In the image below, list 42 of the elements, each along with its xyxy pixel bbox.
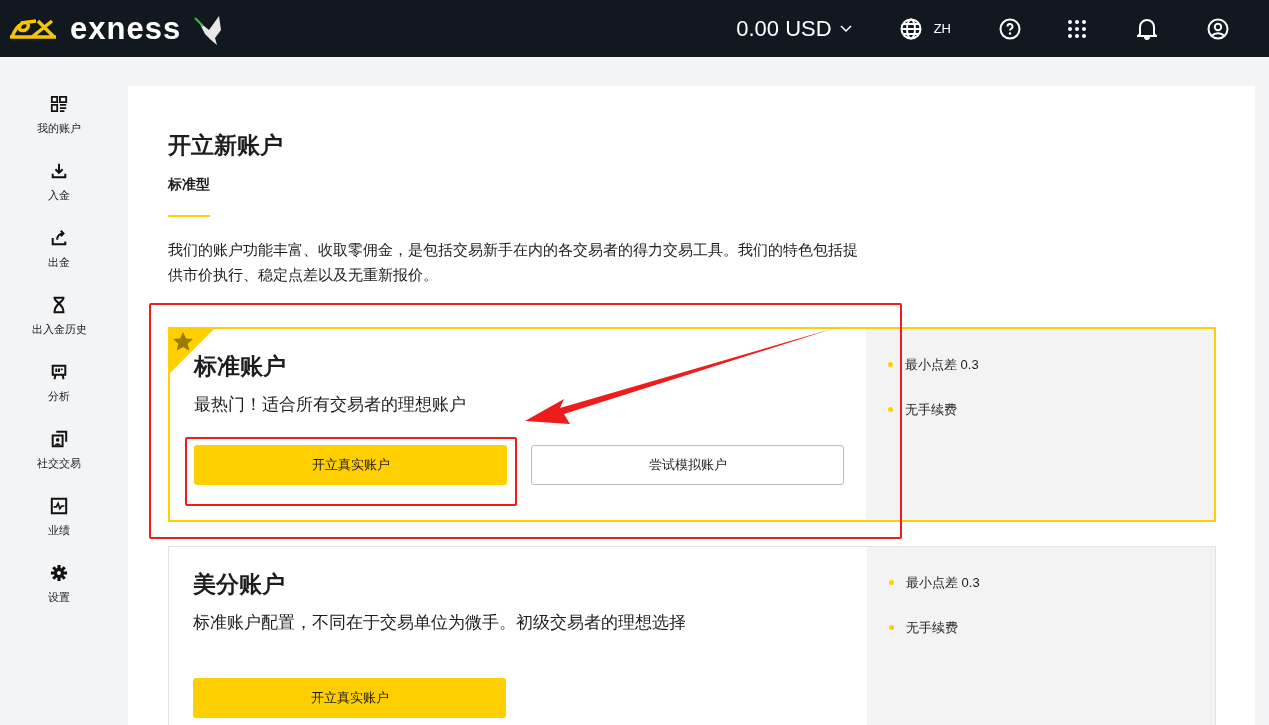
brand-name: exness bbox=[70, 13, 182, 44]
user-profile-icon[interactable] bbox=[1207, 17, 1229, 40]
tab[interactable]: 标准型 bbox=[168, 172, 210, 217]
sidebar-item[interactable]: 出金 bbox=[48, 229, 70, 279]
page-description: 我们的账户功能丰富、收取零佣金，是包括交易新手在内的各交易者的得力交易工具。我们的特色包括提供市价执行、稳定点差以及无重新报价。 bbox=[168, 240, 859, 285]
upload-icon bbox=[50, 229, 68, 247]
notification-bell-icon[interactable] bbox=[1137, 17, 1157, 40]
account-name: 美分账户 bbox=[193, 570, 286, 599]
bullet-icon bbox=[888, 406, 893, 412]
sidebar-item[interactable]: 社交交易 bbox=[37, 430, 81, 480]
account-tagline: 标准账户配置，不同在于交易单位为微手。初级交易者的理想选择 bbox=[193, 612, 687, 634]
feature-text: 最小点差 0.3 bbox=[905, 356, 979, 374]
balance-dropdown[interactable]: 0.00 USD bbox=[736, 12, 852, 45]
sidebar-item[interactable]: 我的账户 bbox=[37, 95, 81, 145]
bullet-icon bbox=[889, 624, 894, 630]
open-real-account-button[interactable]: 开立真实账户 bbox=[193, 678, 506, 718]
demo-account-button[interactable]: 尝试模拟账户 bbox=[531, 445, 844, 485]
copy-icon bbox=[50, 430, 68, 448]
feature-text: 最小点差 0.3 bbox=[906, 574, 980, 592]
account-tagline: 最热门！适合所有交易者的理想账户 bbox=[194, 394, 467, 416]
globe-icon bbox=[899, 17, 922, 40]
sidebar-item[interactable]: 出入金历史 bbox=[31, 296, 87, 346]
grid-icon bbox=[50, 95, 68, 113]
page-title: 开立新账户 bbox=[168, 131, 284, 160]
gear-icon bbox=[50, 564, 68, 582]
feature-text: 无手续费 bbox=[905, 400, 957, 419]
open-real-account-button[interactable]: 开立真实账户 bbox=[194, 445, 507, 485]
sidebar-item[interactable]: 业绩 bbox=[48, 497, 70, 547]
feature-text: 无手续费 bbox=[906, 618, 958, 637]
bullet-icon bbox=[888, 362, 893, 368]
language-button[interactable]: ZH bbox=[899, 17, 951, 40]
download-icon bbox=[50, 162, 68, 180]
sidebar-item[interactable]: 设置 bbox=[48, 564, 70, 614]
help-icon[interactable] bbox=[999, 17, 1021, 40]
bullet-icon bbox=[889, 580, 894, 586]
account-name: 标准账户 bbox=[194, 352, 287, 381]
sidebar-item[interactable]: 入金 bbox=[48, 162, 70, 212]
apps-grid-icon[interactable] bbox=[1067, 18, 1087, 39]
board-icon bbox=[50, 363, 68, 381]
chevron-down-icon bbox=[839, 24, 852, 33]
sidebar-item[interactable]: 分析 bbox=[48, 363, 70, 413]
chart-icon bbox=[50, 497, 68, 515]
